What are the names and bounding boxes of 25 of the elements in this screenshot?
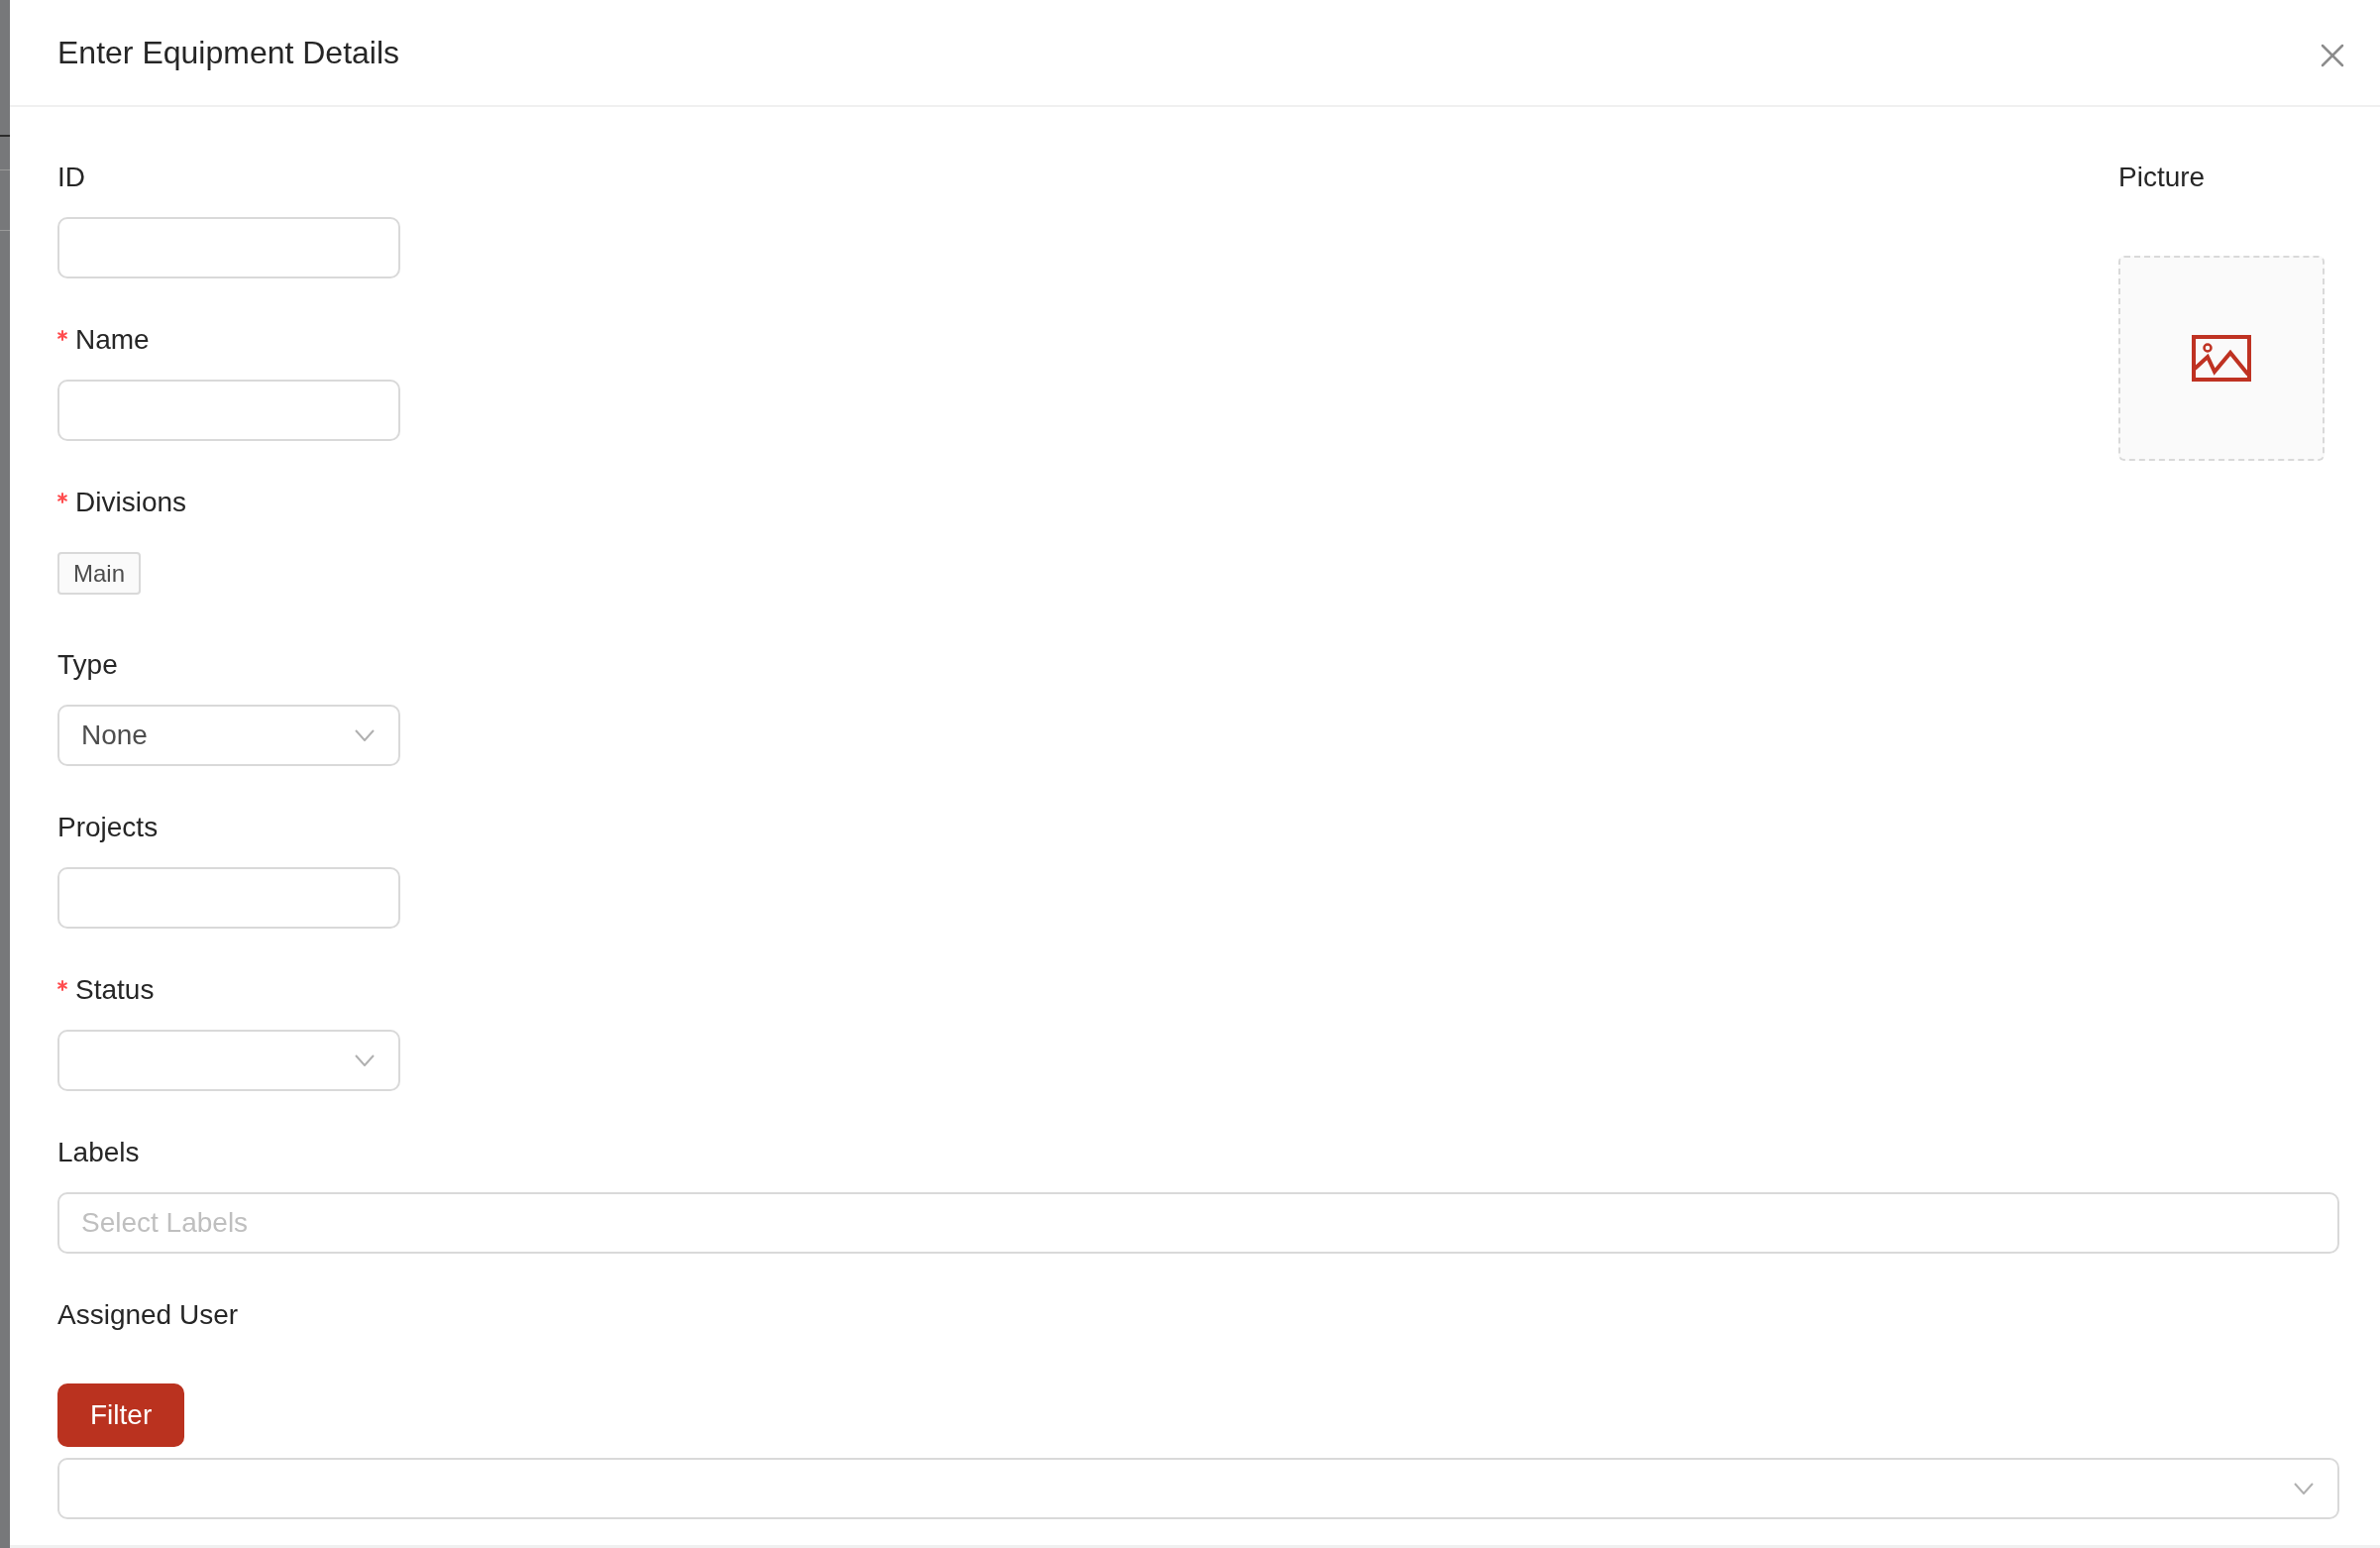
field-label: Labels bbox=[57, 1136, 140, 1169]
select-field[interactable] bbox=[57, 1030, 400, 1091]
field-label: Assigned User bbox=[57, 1298, 239, 1332]
field-label: Type bbox=[57, 648, 118, 682]
image-icon bbox=[2192, 335, 2251, 382]
filter-button[interactable]: Filter bbox=[57, 1383, 185, 1447]
input-field[interactable] bbox=[57, 867, 400, 929]
labels-field[interactable]: Select Labels bbox=[57, 1192, 2339, 1254]
chevron-down-icon bbox=[355, 1054, 375, 1066]
drawer-title: Enter Equipment Details bbox=[57, 34, 400, 72]
field-label: Status bbox=[75, 973, 155, 1007]
field-label: Name bbox=[75, 323, 150, 357]
field-label: Picture bbox=[2118, 161, 2206, 194]
field-label: Divisions bbox=[75, 486, 187, 519]
chevron-down-icon bbox=[2294, 1483, 2314, 1494]
chevron-down-icon bbox=[355, 729, 375, 741]
picture-upload-area[interactable] bbox=[2118, 256, 2325, 461]
close-button[interactable] bbox=[2321, 44, 2344, 67]
input-field[interactable] bbox=[57, 217, 400, 278]
field-label: ID bbox=[57, 161, 85, 194]
field-label: Projects bbox=[57, 811, 159, 844]
user-select-field[interactable] bbox=[57, 1458, 2339, 1519]
division-tag: Main bbox=[57, 551, 142, 595]
select-field[interactable]: None bbox=[57, 705, 400, 766]
input-field[interactable] bbox=[57, 380, 400, 441]
